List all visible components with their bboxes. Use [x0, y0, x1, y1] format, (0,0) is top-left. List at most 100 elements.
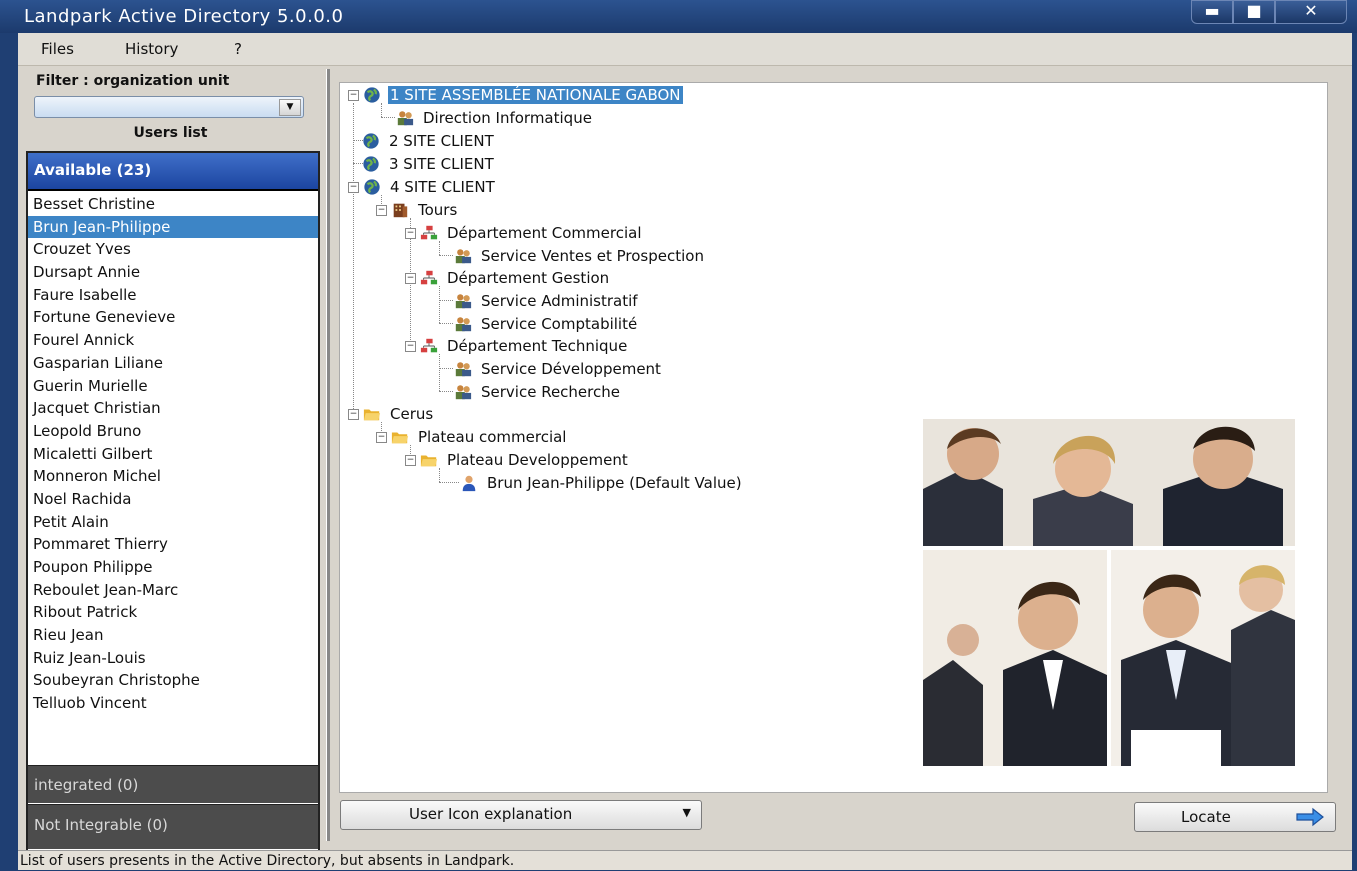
user-list-item[interactable]: Fortune Genevieve — [28, 306, 318, 329]
tree-node-service-developpement[interactable]: Service Développement — [453, 358, 663, 380]
tree-node-direction-informatique[interactable]: Direction Informatique — [395, 107, 594, 129]
tree-node-plateau-commercial[interactable]: − Plateau commercial — [376, 426, 568, 448]
user-list-item[interactable]: Brun Jean-Philippe — [28, 215, 318, 239]
maximize-button[interactable]: ■ — [1233, 0, 1275, 24]
chevron-down-icon: ▼ — [682, 806, 691, 819]
tree-node-label: Direction Informatique — [423, 109, 592, 127]
tree-node-label: Plateau Developpement — [447, 451, 628, 469]
user-list-item[interactable]: Rieu Jean — [28, 624, 318, 647]
minimize-button[interactable]: ▬ — [1191, 0, 1233, 24]
status-bar: List of users presents in the Active Dir… — [18, 850, 1352, 870]
globe-icon — [363, 156, 379, 172]
users-list: Besset Christine Brun Jean-Philippe Crouze… — [28, 193, 318, 715]
user-list-item[interactable]: Micaletti Gilbert — [28, 443, 318, 466]
tree-node-tours[interactable]: − Tours — [376, 199, 459, 221]
title-bar: Landpark Active Directory 5.0.0.0 ▬ ■ ✕ — [0, 0, 1357, 33]
available-group-header[interactable]: Available (23) — [28, 153, 318, 191]
org-chart-icon — [420, 270, 438, 285]
user-list-item[interactable]: Telluob Vincent — [28, 692, 318, 715]
users-list-panel: Available (23) Besset Christine Brun Jean… — [26, 151, 320, 853]
user-list-item[interactable]: Soubeyran Christophe — [28, 669, 318, 692]
user-list-item[interactable]: Gasparian Liliane — [28, 352, 318, 375]
user-list-item[interactable]: Crouzet Yves — [28, 238, 318, 261]
locate-button[interactable]: Locate — [1134, 802, 1336, 832]
not-integrable-group-header[interactable]: Not Integrable (0) — [28, 804, 318, 849]
collapse-icon[interactable]: − — [405, 454, 416, 466]
user-icon-explanation-dropdown[interactable]: User Icon explanation ▼ — [340, 800, 702, 830]
user-icon-explanation-label: User Icon explanation — [409, 805, 573, 823]
filter-dropdown[interactable]: ▼ — [34, 96, 304, 118]
tree-node-dept-commercial[interactable]: − Département Commercial — [405, 222, 643, 244]
tree-node-user-brun[interactable]: Brun Jean-Philippe (Default Value) — [459, 472, 744, 494]
tree-node-label: 4 SITE CLIENT — [390, 178, 495, 196]
menu-files[interactable]: Files — [41, 40, 74, 58]
folder-icon — [391, 432, 409, 444]
user-list-item[interactable]: Poupon Philippe — [28, 556, 318, 579]
integrated-group-header[interactable]: integrated (0) — [28, 765, 318, 803]
tree-node-site-1[interactable]: − 1 SITE ASSEMBLÉE NATIONALE GABON — [348, 84, 683, 106]
collapse-icon[interactable]: − — [348, 408, 359, 420]
org-tree-panel: − 1 SITE ASSEMBLÉE NATIONALE GABON Direc… — [339, 82, 1328, 793]
business-team-photo — [923, 419, 1295, 546]
tree-node-service-comptabilite[interactable]: Service Comptabilité — [453, 313, 639, 335]
user-list-item[interactable]: Jacquet Christian — [28, 397, 318, 420]
tree-node-service-administratif[interactable]: Service Administratif — [453, 290, 640, 312]
user-list-item[interactable]: Besset Christine — [28, 193, 318, 216]
splitter[interactable] — [326, 69, 330, 841]
tree-node-label: 2 SITE CLIENT — [389, 132, 494, 150]
phone-call-photo — [923, 550, 1107, 766]
tree-node-plateau-developpement[interactable]: − Plateau Developpement — [405, 449, 630, 471]
user-list-item[interactable]: Reboulet Jean-Marc — [28, 579, 318, 602]
filter-label: Filter : organization unit — [36, 73, 230, 89]
tree-node-cerus[interactable]: − Cerus — [348, 403, 435, 425]
collapse-icon[interactable]: − — [348, 89, 359, 101]
tree-node-dept-gestion[interactable]: − Département Gestion — [405, 267, 611, 289]
user-list-item[interactable]: Ribout Patrick — [28, 601, 318, 624]
globe-icon — [363, 133, 379, 149]
user-icon — [462, 475, 476, 492]
user-list-item[interactable]: Ruiz Jean-Louis — [28, 647, 318, 670]
tree-node-label: Département Commercial — [447, 224, 642, 242]
group-icon — [455, 294, 472, 309]
app-window: Landpark Active Directory 5.0.0.0 ▬ ■ ✕ … — [0, 0, 1357, 870]
collapse-icon[interactable]: − — [405, 227, 416, 239]
tree-node-label: Plateau commercial — [418, 428, 567, 446]
user-list-item[interactable]: Guerin Murielle — [28, 375, 318, 398]
collapse-icon[interactable]: − — [348, 181, 359, 193]
group-icon — [455, 362, 472, 377]
tree-node-label: Service Recherche — [481, 383, 620, 401]
locate-label: Locate — [1181, 808, 1231, 826]
menu-help[interactable]: ? — [234, 40, 242, 58]
office-work-photo — [1111, 550, 1295, 766]
folder-icon — [363, 409, 381, 421]
tree-node-site-2[interactable]: 2 SITE CLIENT — [348, 130, 496, 152]
menu-history[interactable]: History — [125, 40, 178, 58]
tree-node-service-ventes[interactable]: Service Ventes et Prospection — [453, 245, 706, 267]
collapse-icon[interactable]: − — [405, 340, 416, 352]
user-list-item[interactable]: Leopold Bruno — [28, 420, 318, 443]
collapse-icon[interactable]: − — [376, 431, 387, 443]
tree-node-service-recherche[interactable]: Service Recherche — [453, 381, 622, 403]
chevron-down-icon[interactable]: ▼ — [279, 99, 301, 116]
org-chart-icon — [420, 225, 438, 240]
user-list-item[interactable]: Dursapt Annie — [28, 261, 318, 284]
user-list-item[interactable]: Noel Rachida — [28, 488, 318, 511]
collapse-icon[interactable]: − — [376, 204, 387, 216]
user-list-item[interactable]: Pommaret Thierry — [28, 533, 318, 556]
collapse-icon[interactable]: − — [405, 272, 416, 284]
tree-node-label: Cerus — [390, 405, 434, 423]
arrow-right-icon — [1296, 807, 1324, 827]
user-list-item[interactable]: Faure Isabelle — [28, 284, 318, 307]
tree-node-site-3[interactable]: 3 SITE CLIENT — [348, 153, 496, 175]
tree-node-dept-technique[interactable]: − Département Technique — [405, 335, 629, 357]
tree-node-label: 3 SITE CLIENT — [389, 155, 494, 173]
tree-node-label: Service Développement — [481, 360, 661, 378]
user-list-item[interactable]: Monneron Michel — [28, 465, 318, 488]
user-list-item[interactable]: Petit Alain — [28, 511, 318, 534]
user-list-item[interactable]: Fourel Annick — [28, 329, 318, 352]
group-icon — [455, 385, 472, 400]
tree-node-site-4[interactable]: − 4 SITE CLIENT — [348, 176, 497, 198]
close-button[interactable]: ✕ — [1275, 0, 1347, 24]
org-chart-icon — [420, 338, 438, 353]
users-list-title: Users list — [133, 125, 208, 141]
